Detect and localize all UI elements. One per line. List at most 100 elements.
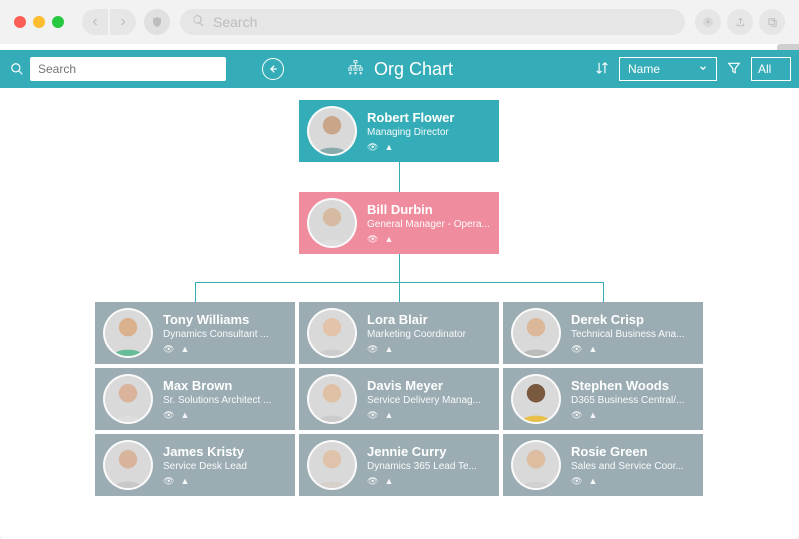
search-icon <box>192 14 205 30</box>
tabs-button[interactable] <box>759 9 785 35</box>
eye-icon[interactable]: 👁 <box>367 476 378 487</box>
node-name: Davis Meyer <box>367 378 491 393</box>
window-controls[interactable] <box>14 16 64 28</box>
page-title-wrap: Org Chart <box>346 59 453 80</box>
node-name: Rosie Green <box>571 444 695 459</box>
node-name: Max Brown <box>163 378 287 393</box>
toolbar-right: Name All <box>595 57 791 81</box>
node-action-icons: 👁 ▲ <box>367 234 491 245</box>
org-chart-icon <box>346 59 364 80</box>
org-node-root[interactable]: Robert Flower Managing Director 👁 ▲ <box>299 100 499 162</box>
avatar <box>511 374 561 424</box>
org-node[interactable]: Derek Crisp Technical Business Ana... 👁 ▲ <box>503 302 703 364</box>
avatar <box>307 440 357 490</box>
node-action-icons: 👁▲ <box>571 410 695 421</box>
org-node-manager[interactable]: Bill Durbin General Manager - Opera... 👁… <box>299 192 499 254</box>
node-title: Technical Business Ana... <box>571 329 695 340</box>
connector-line <box>399 254 400 282</box>
maximize-icon[interactable] <box>52 16 64 28</box>
node-name: Bill Durbin <box>367 202 491 217</box>
url-bar[interactable]: Search <box>180 9 685 35</box>
tabs-icon <box>767 17 778 28</box>
filter-dropdown-label: All <box>758 62 771 76</box>
filter-icon[interactable] <box>727 61 741 78</box>
avatar <box>307 374 357 424</box>
node-action-icons: 👁▲ <box>163 344 287 355</box>
download-button[interactable] <box>695 9 721 35</box>
node-name: James Kristy <box>163 444 287 459</box>
connector-line <box>399 282 400 302</box>
back-button[interactable] <box>262 58 284 80</box>
tree-icon[interactable]: ▲ <box>384 142 393 153</box>
eye-icon[interactable]: 👁 <box>163 410 174 421</box>
tree-icon[interactable]: ▲ <box>384 476 393 487</box>
org-node[interactable]: James KristyService Desk Lead👁▲ <box>95 434 295 496</box>
nav-arrows: ‹ › <box>82 9 136 35</box>
eye-icon[interactable]: 👁 <box>571 344 582 355</box>
node-name: Derek Crisp <box>571 312 695 327</box>
avatar <box>307 308 357 358</box>
avatar <box>307 106 357 156</box>
page-title: Org Chart <box>374 59 453 80</box>
shield-button[interactable] <box>144 9 170 35</box>
org-node[interactable]: Davis MeyerService Delivery Manag...👁▲ <box>299 368 499 430</box>
node-title: General Manager - Opera... <box>367 219 491 230</box>
org-node[interactable]: Lora Blair Marketing Coordinator 👁 ▲ <box>299 302 499 364</box>
node-title: Sr. Solutions Architect ... <box>163 395 287 406</box>
org-chart-canvas: Robert Flower Managing Director 👁 ▲ Bill… <box>0 88 799 534</box>
node-action-icons: 👁▲ <box>571 476 695 487</box>
org-node[interactable]: Tony WilliamsDynamics Consultant ...👁▲ <box>95 302 295 364</box>
node-name: Robert Flower <box>367 110 491 125</box>
nav-forward-button[interactable]: › <box>110 9 136 35</box>
eye-icon[interactable]: 👁 <box>367 234 378 245</box>
search-input[interactable] <box>30 57 226 81</box>
avatar <box>511 308 561 358</box>
node-title: D365 Business Central/... <box>571 395 695 406</box>
app-toolbar: Org Chart Name All <box>0 50 799 88</box>
eye-icon[interactable]: 👁 <box>367 142 378 153</box>
tree-icon[interactable]: ▲ <box>384 344 393 355</box>
eye-icon[interactable]: 👁 <box>571 410 582 421</box>
tree-icon[interactable]: ▲ <box>588 410 597 421</box>
avatar <box>103 440 153 490</box>
tree-icon[interactable]: ▲ <box>588 476 597 487</box>
share-button[interactable] <box>727 9 753 35</box>
browser-chrome: ‹ › Search + <box>0 0 799 44</box>
eye-icon[interactable]: 👁 <box>367 344 378 355</box>
tree-icon[interactable]: ▲ <box>180 344 189 355</box>
tree-icon[interactable]: ▲ <box>384 410 393 421</box>
close-icon[interactable] <box>14 16 26 28</box>
eye-icon[interactable]: 👁 <box>163 476 174 487</box>
node-action-icons: 👁▲ <box>163 410 287 421</box>
sort-icon[interactable] <box>595 61 609 78</box>
org-node[interactable]: Stephen WoodsD365 Business Central/...👁▲ <box>503 368 703 430</box>
node-action-icons: 👁▲ <box>367 410 491 421</box>
connector-line <box>399 162 400 192</box>
tree-icon[interactable]: ▲ <box>180 476 189 487</box>
eye-icon[interactable]: 👁 <box>571 476 582 487</box>
sort-dropdown[interactable]: Name <box>619 57 717 81</box>
avatar <box>307 198 357 248</box>
download-icon <box>702 16 714 28</box>
tree-icon[interactable]: ▲ <box>588 344 597 355</box>
org-node[interactable]: Max BrownSr. Solutions Architect ...👁▲ <box>95 368 295 430</box>
shield-icon <box>151 16 163 28</box>
tree-icon[interactable]: ▲ <box>384 234 393 245</box>
filter-dropdown[interactable]: All <box>751 57 791 81</box>
node-action-icons: 👁 ▲ <box>367 142 491 153</box>
eye-icon[interactable]: 👁 <box>163 344 174 355</box>
search-icon <box>8 62 26 76</box>
node-name: Jennie Curry <box>367 444 491 459</box>
eye-icon[interactable]: 👁 <box>367 410 378 421</box>
node-title: Sales and Service Coor... <box>571 461 695 472</box>
org-node[interactable]: Rosie GreenSales and Service Coor...👁▲ <box>503 434 703 496</box>
node-title: Marketing Coordinator <box>367 329 491 340</box>
nav-back-button[interactable]: ‹ <box>82 9 108 35</box>
sort-dropdown-label: Name <box>628 62 660 76</box>
connector-line <box>603 282 604 302</box>
org-node[interactable]: Jennie CurryDynamics 365 Lead Te...👁▲ <box>299 434 499 496</box>
node-action-icons: 👁▲ <box>163 476 287 487</box>
tree-icon[interactable]: ▲ <box>180 410 189 421</box>
node-name: Lora Blair <box>367 312 491 327</box>
minimize-icon[interactable] <box>33 16 45 28</box>
